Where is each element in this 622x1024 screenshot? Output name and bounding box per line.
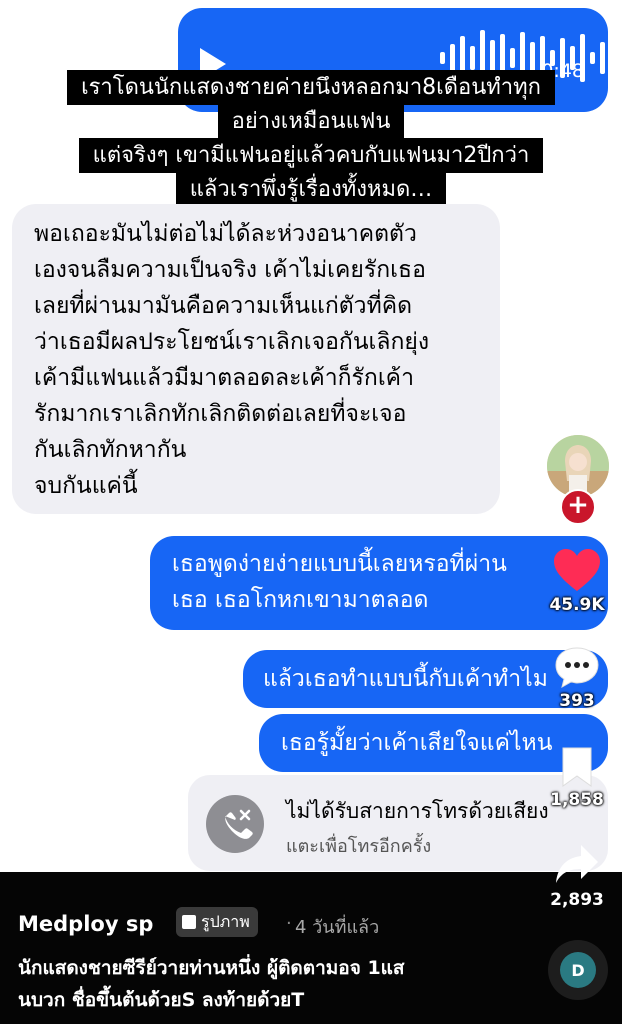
message-line: เองจนลืมความเป็นจริง เค้าไม่เคยรักเธอ — [34, 257, 426, 283]
separator-dot: · — [286, 913, 292, 934]
caption-line: อย่างเหมือนแฟน — [217, 104, 405, 139]
caption-line: แต่จริงๆ เขามีแฟนอยู่แล้วคบกับแฟนมา2ปีกว… — [78, 138, 544, 173]
follow-plus-button[interactable]: + — [560, 489, 596, 525]
post-description[interactable]: นักแสดงชายซีรีย์วายท่านหนึ่ง ผู้ติดตามอจ… — [18, 952, 528, 1016]
message-line: เลยที่ผ่านมามันคือความเห็นแก่ตัวที่คิด — [34, 293, 413, 319]
description-line: นักแสดงชายซีรีย์วายท่านหนึ่ง ผู้ติดตามอจ… — [18, 957, 405, 979]
caption-line: เราโดนนักแสดงชายค่ายนึงหลอกมา8เดือนทำทุก — [67, 70, 555, 105]
photo-icon — [182, 915, 196, 929]
share-icon[interactable] — [554, 842, 600, 886]
heart-icon[interactable] — [552, 547, 602, 593]
missed-call-icon — [206, 795, 264, 853]
message-line: เค้ามีแฟนแล้วมีมาตลอดละเค้าก็รักเค้า — [34, 365, 414, 391]
comment-icon[interactable] — [553, 646, 601, 688]
share-count: 2,893 — [550, 890, 604, 910]
description-line: นบวก ชื่อขึ้นต้นด้วยS ลงท้ายด้วยT — [18, 989, 305, 1011]
bookmark-icon[interactable] — [560, 745, 594, 789]
author-name[interactable]: Medploy sp — [18, 912, 153, 936]
message-line: กันเลิกทักหากัน — [34, 437, 187, 463]
outgoing-message: เธอรู้มั้ยว่าเค้าเสียใจแค่ไหน — [259, 714, 608, 772]
music-disc-letter: D — [571, 961, 585, 980]
posted-time: 4 วันที่แล้ว — [295, 917, 380, 938]
message-line: เธอพูดง่ายง่ายแบบนี้เลยหรอที่ผ่าน — [172, 551, 507, 577]
music-disc-center: D — [560, 952, 596, 988]
message-line: พอเถอะมันไม่ต่อไม่ได้ละห่วงอนาคตตัว — [34, 221, 417, 247]
like-count: 45.9K — [549, 595, 605, 615]
chat-screenshot: 0:48 เราโดนนักแสดงชายค่ายนึงหลอกมา8เดือน… — [0, 0, 622, 872]
outgoing-message: เธอพูดง่ายง่ายแบบนี้เลยหรอที่ผ่าน เธอ เธ… — [150, 536, 608, 630]
message-line: ว่าเธอมีผลประโยชน์เราเลิกเจอกันเลิกยุ่ง — [34, 329, 430, 355]
message-line: จบกันแค่นี้ — [34, 473, 138, 499]
photo-badge-label: รูปภาพ — [201, 912, 250, 931]
message-line: เธอรู้มั้ยว่าเค้าเสียใจแค่ไหน — [281, 730, 553, 756]
message-line: รักมากเราเลิกทักเลิกติดต่อเลยที่จะเจอ — [34, 401, 407, 427]
overlay-caption: เราโดนนักแสดงชายค่ายนึงหลอกมา8เดือนทำทุก… — [0, 70, 622, 207]
caption-line: แล้วเราพึ่งรู้เรื่องทั้งหมด… — [175, 172, 447, 207]
incoming-message: พอเถอะมันไม่ต่อไม่ได้ละห่วงอนาคตตัว เองจ… — [12, 204, 500, 514]
music-disc-icon[interactable]: D — [548, 940, 608, 1000]
photo-mode-badge: รูปภาพ — [176, 907, 258, 937]
save-count: 1,858 — [550, 790, 604, 810]
missed-call-title: ไม่ได้รับสายการโทรด้วยเสียง — [286, 799, 549, 823]
missed-call-subtitle: แตะเพื่อโทรอีกครั้ง — [286, 836, 432, 857]
comment-count: 393 — [559, 691, 595, 711]
